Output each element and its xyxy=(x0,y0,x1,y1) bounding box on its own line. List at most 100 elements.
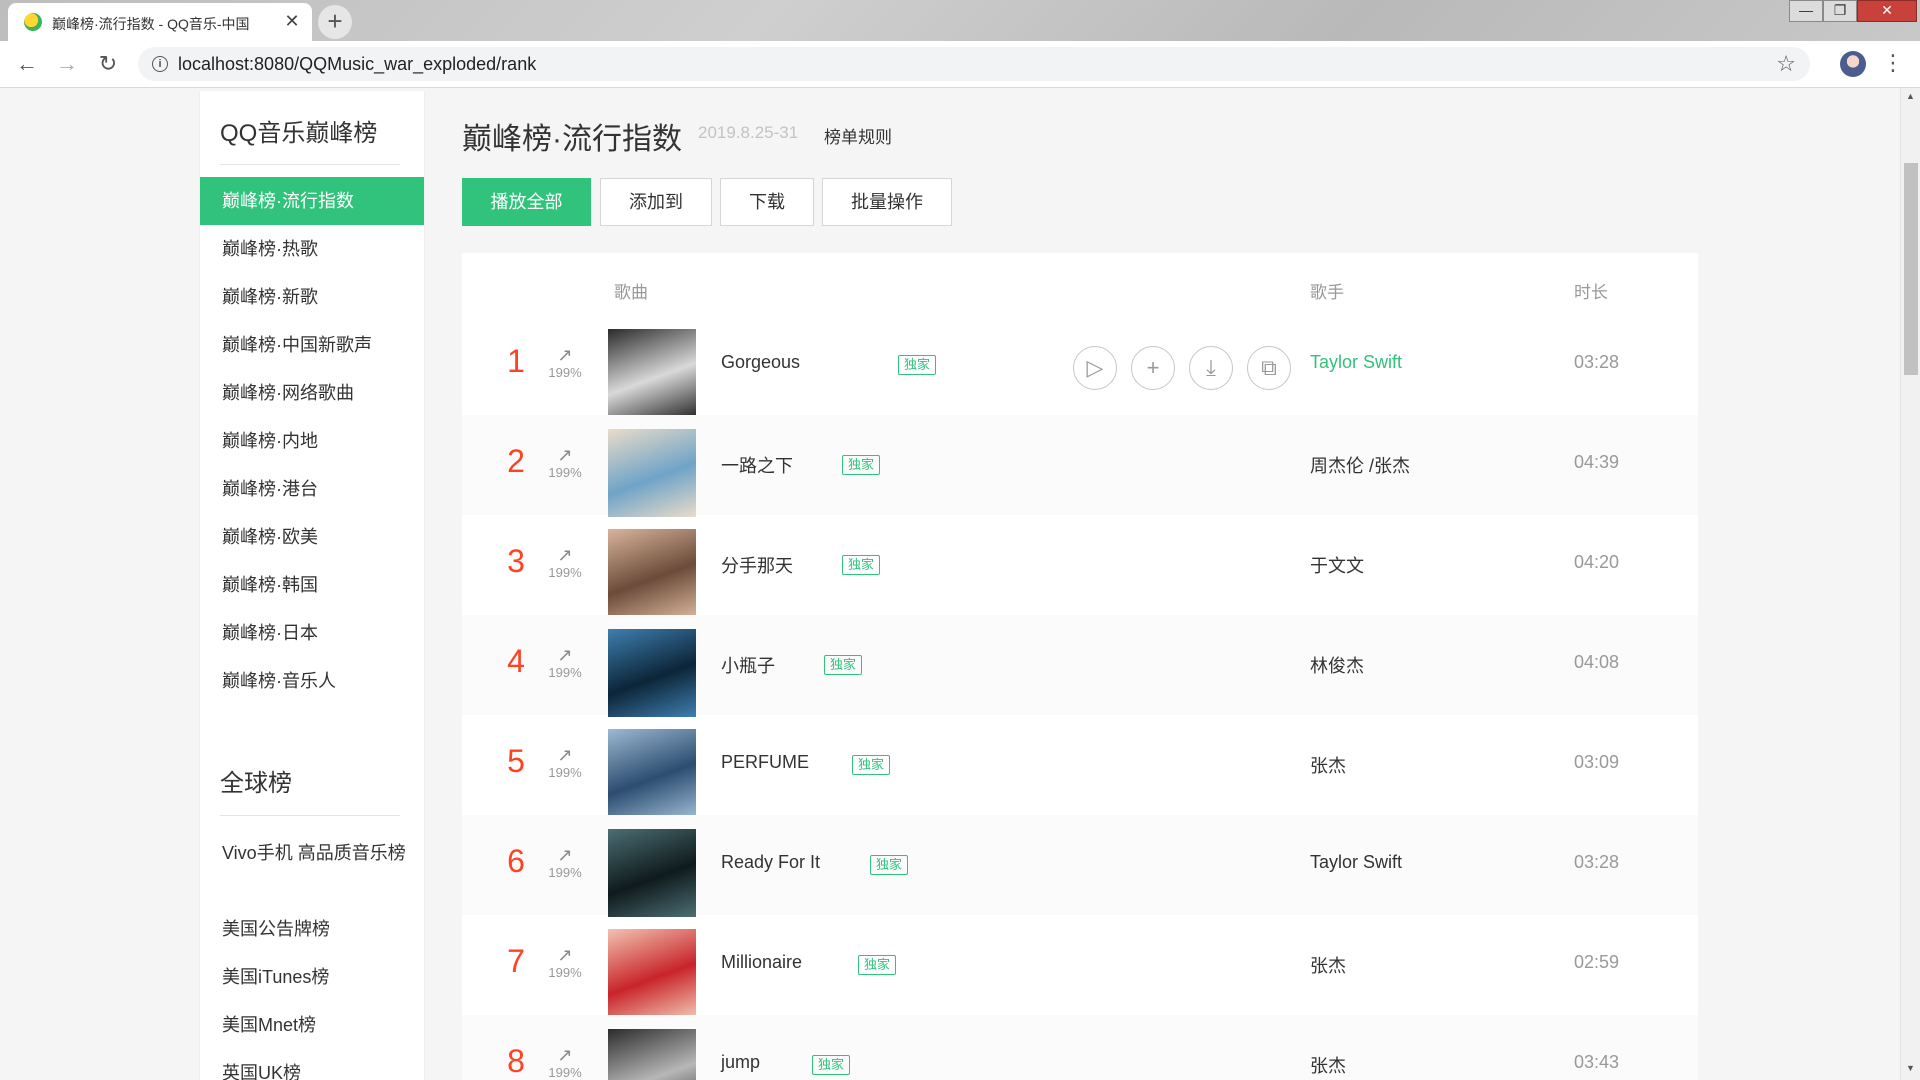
url-text[interactable]: localhost:8080/QQMusic_war_exploded/rank xyxy=(178,54,536,75)
chart-date: 2019.8.25-31 xyxy=(698,123,799,142)
song-row[interactable]: 2 ↗ 199% 一路之下 独家 周杰伦 /张杰 04:39 xyxy=(462,415,1698,517)
add-icon[interactable]: + xyxy=(1131,346,1175,390)
trend-value: 199% xyxy=(548,365,582,380)
album-cover[interactable] xyxy=(608,329,696,417)
back-arrow-icon[interactable]: ← xyxy=(12,49,42,79)
rank-trend: ↗ 199% xyxy=(542,745,588,781)
exclusive-badge: 独家 xyxy=(858,955,897,975)
album-cover[interactable] xyxy=(608,429,696,517)
play-all-button[interactable]: 播放全部 xyxy=(462,178,591,226)
sidebar-item[interactable]: 巅峰榜·日本 xyxy=(200,609,424,657)
song-duration: 03:43 xyxy=(1574,1052,1620,1072)
window-minimize-button[interactable]: — xyxy=(1789,0,1823,22)
scroll-thumb[interactable] xyxy=(1904,163,1918,375)
chart-rules-link[interactable]: 榜单规则 xyxy=(824,123,892,148)
song-rank: 3 xyxy=(507,543,525,579)
share-icon[interactable]: ⧉ xyxy=(1247,346,1291,390)
song-title[interactable]: Gorgeous xyxy=(721,352,800,373)
download-button[interactable]: 下载 xyxy=(720,178,814,226)
bookmark-star-icon[interactable]: ☆ xyxy=(1776,51,1796,77)
song-row[interactable]: 7 ↗ 199% Millionaire 独家 张杰 02:59 xyxy=(462,915,1698,1017)
song-row[interactable]: 5 ↗ 199% PERFUME 独家 张杰 03:09 xyxy=(462,715,1698,817)
sidebar-item[interactable]: 巅峰榜·流行指数 xyxy=(200,177,424,225)
sidebar-global-item[interactable]: 英国UK榜 xyxy=(222,1059,412,1080)
sidebar-global-item[interactable]: 美国Mnet榜 xyxy=(222,1011,412,1039)
trend-value: 199% xyxy=(548,465,582,480)
site-info-icon[interactable]: i xyxy=(152,56,168,72)
song-title[interactable]: Millionaire xyxy=(721,952,802,973)
singer-name[interactable]: 周杰伦 /张杰 xyxy=(1310,452,1410,478)
singer-name[interactable]: Taylor Swift xyxy=(1310,352,1402,373)
album-cover[interactable] xyxy=(608,529,696,617)
song-row[interactable]: 6 ↗ 199% Ready For It 独家 Taylor Swift 03:28 xyxy=(462,815,1698,917)
window-maximize-button[interactable]: ❐ xyxy=(1823,0,1857,22)
trend-up-arrow-icon: ↗ xyxy=(557,645,573,665)
add-to-button[interactable]: 添加到 xyxy=(600,178,712,226)
trend-value: 199% xyxy=(548,965,582,980)
song-title[interactable]: PERFUME xyxy=(721,752,809,773)
singer-name[interactable]: 张杰 xyxy=(1310,752,1346,778)
album-cover[interactable] xyxy=(608,1029,696,1080)
download-icon[interactable]: ⤓ xyxy=(1189,346,1233,390)
trend-value: 199% xyxy=(548,865,582,880)
song-rank: 1 xyxy=(507,343,525,379)
song-row[interactable]: 1 ↗ 199% Gorgeous 独家 ▷ + ⤓ ⧉ Taylor Swift 03:28 xyxy=(462,315,1698,417)
sidebar-global-item[interactable]: 美国iTunes榜 xyxy=(222,963,412,991)
sidebar-item[interactable]: 巅峰榜·网络歌曲 xyxy=(200,369,424,417)
song-row[interactable]: 3 ↗ 199% 分手那天 独家 于文文 04:20 xyxy=(462,515,1698,617)
sidebar-item[interactable]: 巅峰榜·新歌 xyxy=(200,273,424,321)
reload-icon[interactable]: ↻ xyxy=(93,49,123,79)
sidebar-item[interactable]: 巅峰榜·音乐人 xyxy=(200,657,424,705)
song-rank: 2 xyxy=(507,443,525,479)
singer-name[interactable]: Taylor Swift xyxy=(1310,852,1402,873)
singer-name[interactable]: 于文文 xyxy=(1310,552,1364,578)
song-title[interactable]: 一路之下 xyxy=(721,452,793,478)
profile-avatar-icon[interactable] xyxy=(1840,51,1866,77)
window-close-button[interactable]: ✕ xyxy=(1857,0,1917,22)
new-tab-button[interactable]: + xyxy=(318,5,352,39)
rank-trend: ↗ 199% xyxy=(542,445,588,481)
song-title[interactable]: jump xyxy=(721,1052,760,1073)
sidebar: QQ音乐巅峰榜 巅峰榜·流行指数 巅峰榜·热歌 巅峰榜·新歌 巅峰榜·中国新歌声 巅峰榜… xyxy=(199,91,425,1080)
song-title[interactable]: 小瓶子 xyxy=(721,652,775,678)
song-rank: 6 xyxy=(507,843,525,879)
browser-tab[interactable]: 巅峰榜·流行指数 - QQ音乐-中国 ✕ xyxy=(8,3,312,41)
batch-operation-button[interactable]: 批量操作 xyxy=(822,178,952,226)
sidebar-global-item[interactable]: Vivo手机 高品质音乐榜 xyxy=(222,839,412,867)
album-cover[interactable] xyxy=(608,929,696,1017)
rank-trend: ↗ 199% xyxy=(542,545,588,581)
song-duration: 03:28 xyxy=(1574,352,1620,372)
sidebar-item[interactable]: 巅峰榜·内地 xyxy=(200,417,424,465)
song-duration: 03:09 xyxy=(1574,752,1620,772)
singer-name[interactable]: 张杰 xyxy=(1310,952,1346,978)
album-cover[interactable] xyxy=(608,829,696,917)
browser-menu-icon[interactable]: ⋮ xyxy=(1882,49,1904,77)
scroll-up-arrow-icon[interactable]: ▲ xyxy=(1906,91,1915,101)
scroll-down-arrow-icon[interactable]: ▼ xyxy=(1906,1063,1915,1073)
album-cover[interactable] xyxy=(608,629,696,717)
tab-close-icon[interactable]: ✕ xyxy=(280,9,304,33)
sidebar-global-item[interactable]: 美国公告牌榜 xyxy=(222,915,412,943)
forward-arrow-icon[interactable]: → xyxy=(52,49,82,79)
song-duration: 04:39 xyxy=(1574,452,1620,472)
singer-name[interactable]: 林俊杰 xyxy=(1310,652,1364,678)
song-rank: 4 xyxy=(507,643,525,679)
song-title[interactable]: Ready For It xyxy=(721,852,820,873)
singer-name[interactable]: 张杰 xyxy=(1310,1052,1346,1078)
trend-up-arrow-icon: ↗ xyxy=(557,1045,573,1065)
album-cover[interactable] xyxy=(608,729,696,817)
sidebar-item[interactable]: 巅峰榜·欧美 xyxy=(200,513,424,561)
song-row[interactable]: 8 ↗ 199% jump 独家 张杰 03:43 xyxy=(462,1015,1698,1080)
sidebar-divider xyxy=(220,815,400,816)
play-icon[interactable]: ▷ xyxy=(1073,346,1117,390)
column-header-song: 歌曲 xyxy=(614,283,648,302)
sidebar-item[interactable]: 巅峰榜·韩国 xyxy=(200,561,424,609)
song-title[interactable]: 分手那天 xyxy=(721,552,793,578)
sidebar-item[interactable]: 巅峰榜·港台 xyxy=(200,465,424,513)
page-scrollbar[interactable]: ▲ ▼ xyxy=(1900,88,1920,1080)
song-row[interactable]: 4 ↗ 199% 小瓶子 独家 林俊杰 04:08 xyxy=(462,615,1698,717)
rank-trend: ↗ 199% xyxy=(542,945,588,981)
address-bar[interactable]: i localhost:8080/QQMusic_war_exploded/ra… xyxy=(138,47,1810,81)
sidebar-item[interactable]: 巅峰榜·热歌 xyxy=(200,225,424,273)
sidebar-item[interactable]: 巅峰榜·中国新歌声 xyxy=(200,321,424,369)
